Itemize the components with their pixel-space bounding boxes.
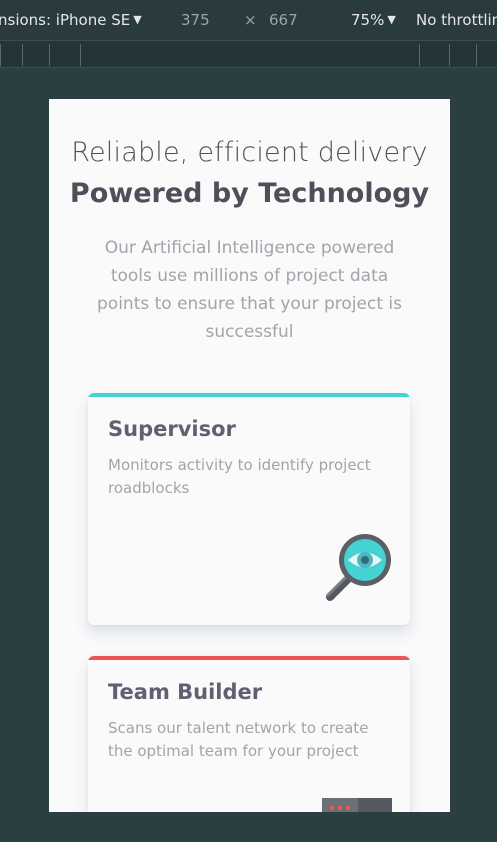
card-title: Supervisor: [108, 417, 236, 441]
media-query-marker[interactable]: [449, 44, 450, 66]
zoom-label: 75%: [351, 11, 385, 29]
media-query-marker[interactable]: [0, 44, 1, 66]
media-query-marker[interactable]: [49, 44, 50, 66]
hero-intro: Our Artificial Intelligence powered tool…: [97, 238, 402, 342]
media-query-marker[interactable]: [80, 44, 81, 66]
zoom-selector[interactable]: 75% ▼: [351, 11, 396, 29]
card-accent-stripe: [88, 656, 410, 660]
media-query-marker[interactable]: [476, 44, 477, 66]
viewport-height-input[interactable]: 667: [269, 11, 298, 29]
device-viewport: Reliable, efficient delivery Powered by …: [49, 99, 450, 812]
throttling-selector[interactable]: No throttlin: [416, 11, 497, 29]
feature-card-team-builder: Team Builder Scans our talent network to…: [88, 656, 410, 812]
card-title: Team Builder: [108, 680, 263, 704]
card-description: Scans our talent network to create the o…: [108, 719, 369, 760]
dimensions-separator: ×: [244, 11, 257, 29]
device-selector[interactable]: nsions: iPhone SE ▼: [0, 11, 142, 29]
media-query-marker[interactable]: [419, 44, 420, 66]
media-query-marker[interactable]: [22, 44, 23, 66]
magnifier-eye-icon: [326, 534, 391, 601]
media-query-bar[interactable]: [0, 41, 497, 68]
feature-card-supervisor: Supervisor Monitors activity to identify…: [88, 393, 410, 625]
hero-headline: Powered by Technology: [69, 178, 430, 209]
viewport-width-input[interactable]: 375: [181, 11, 210, 29]
team-builder-icon: [322, 798, 392, 812]
card-description: Monitors activity to identify project ro…: [108, 456, 371, 497]
chevron-down-icon: ▼: [133, 13, 142, 26]
devtools-toolbar: nsions: iPhone SE ▼ 375 × 667 75% ▼ No thr…: [0, 0, 497, 41]
hero-tagline: Reliable, efficient delivery: [71, 137, 428, 168]
device-label: nsions: iPhone SE: [0, 11, 131, 29]
card-accent-stripe: [88, 393, 410, 397]
chevron-down-icon: ▼: [387, 13, 396, 26]
